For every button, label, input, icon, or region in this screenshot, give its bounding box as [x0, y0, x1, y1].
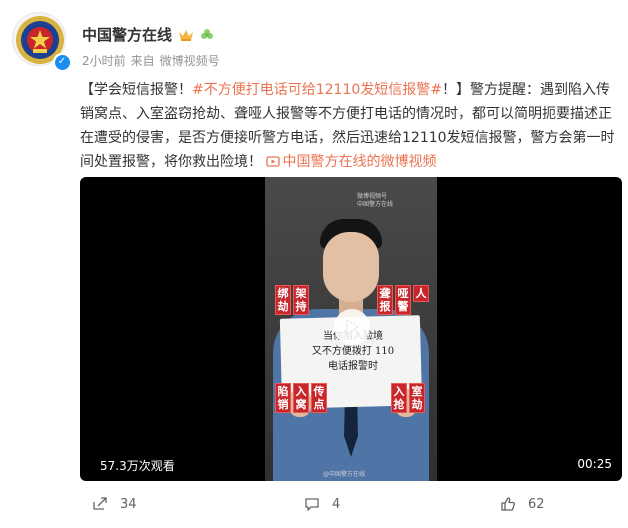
sign-line: 又不方便拨打 110: [311, 346, 395, 357]
verified-badge: ✓: [53, 53, 71, 71]
poster-watermark-top: 微博视频号 中国警方在线: [357, 193, 393, 209]
thumbs-up-icon: [501, 497, 515, 511]
avatar-wrap[interactable]: ✓: [12, 12, 74, 74]
author-name[interactable]: 中国警方在线: [82, 24, 172, 45]
comment-count: 4: [332, 496, 341, 512]
watermark-subtitle: 中国警方在线: [357, 201, 394, 208]
comment-button[interactable]: 4: [304, 496, 340, 512]
tag-deaf: 聋报: [377, 285, 393, 315]
action-bar: 34 4 62: [80, 496, 622, 520]
video-source-link[interactable]: 中国警方在线的微博视频: [266, 154, 436, 170]
crown-icon[interactable]: [178, 28, 194, 42]
tag-mute: 哑警: [395, 285, 411, 315]
tag-enter: 入窝: [293, 383, 309, 413]
post-time[interactable]: 2小时前: [82, 52, 126, 69]
video-link-text[interactable]: 中国警方在线的微博视频: [282, 154, 436, 170]
repost-button[interactable]: 34: [92, 496, 137, 512]
post-content: 【学会短信报警！#不方便打电话可给12110发短信报警#！】警方提醒：遇到陷入传…: [80, 78, 616, 174]
video-player[interactable]: 微博视频号 中国警方在线 当你陷入险境 又不方便拨打 110 电话报警时 绑劫 …: [80, 177, 622, 481]
repost-count: 34: [120, 496, 137, 512]
video-duration: 00:25: [577, 457, 612, 471]
verified-check-icon: ✓: [54, 54, 70, 70]
like-count: 62: [528, 496, 545, 512]
play-button[interactable]: [334, 309, 370, 345]
post-header: ✓ 中国警方在线 2小时前 来自 微博视频号: [12, 12, 616, 74]
tag-hijack: 架持: [293, 285, 309, 315]
tag-mlm: 传点: [311, 383, 327, 413]
tag-person: 人: [413, 285, 429, 302]
poster-watermark-bottom: @中国警方在线: [323, 471, 366, 478]
leaf-icon[interactable]: [200, 28, 214, 42]
play-icon: [346, 319, 359, 335]
poster-face: [323, 232, 379, 302]
tag-burglary: 入抢: [391, 383, 407, 413]
tag-trapped: 陷销: [275, 383, 291, 413]
post-source[interactable]: 微博视频号: [160, 52, 220, 69]
source-prefix: 来自: [130, 54, 155, 68]
tag-robbery: 室劫: [409, 383, 425, 413]
post-meta: 2小时前 来自 微博视频号: [82, 52, 220, 69]
like-button[interactable]: 62: [500, 496, 545, 512]
comment-icon: [305, 498, 319, 511]
topic-link[interactable]: #不方便打电话可给12110发短信报警#: [192, 82, 442, 98]
post-text-part1: 【学会短信报警！: [80, 82, 192, 98]
tag-kidnap: 绑劫: [275, 285, 291, 315]
sign-line: 电话报警时: [328, 361, 378, 372]
video-link-icon: [266, 156, 281, 167]
watermark-title: 微博视频号: [357, 193, 388, 200]
view-count: 57.3万次观看: [100, 459, 175, 473]
author-row: 中国警方在线: [82, 24, 214, 45]
repost-icon: [93, 497, 107, 510]
